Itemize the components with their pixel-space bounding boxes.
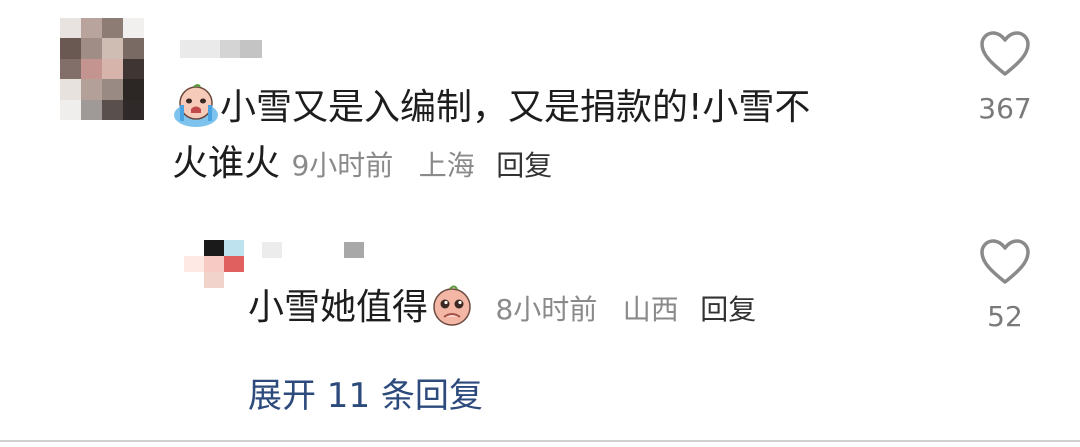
divider — [0, 440, 1080, 442]
comment-line-2: 火谁火 9小时前 上海 回复 — [172, 143, 553, 184]
heart-icon[interactable] — [978, 238, 1032, 286]
reply-body: 小雪她值得 8小时前 山西 回复 — [248, 280, 888, 338]
reply-to-reply-button[interactable]: 回复 — [700, 293, 756, 326]
comment-time: 9小时前 — [291, 149, 394, 182]
like-block: 367 — [970, 30, 1040, 125]
username-blurred[interactable] — [180, 40, 262, 58]
reply-location: 山西 — [622, 293, 679, 326]
crying-emoji — [174, 84, 218, 127]
heart-icon[interactable] — [978, 30, 1032, 78]
comment-body: 小雪又是入编制，又是捐款的!小雪不 火谁火 9小时前 上海 回复 — [172, 80, 932, 194]
comment-location: 上海 — [418, 149, 475, 182]
reply-like-block: 52 — [970, 238, 1040, 333]
reply-button[interactable]: 回复 — [496, 149, 552, 182]
pleading-emoji — [433, 285, 471, 326]
reply-avatar[interactable] — [184, 240, 244, 288]
reply-time: 8小时前 — [495, 293, 598, 326]
like-count: 367 — [978, 92, 1032, 125]
expand-replies-button[interactable]: 展开 11 条回复 — [248, 368, 483, 417]
reply-username-blurred[interactable] — [262, 242, 364, 258]
comment-thread: 小雪又是入编制，又是捐款的!小雪不 火谁火 9小时前 上海 回复 367 小雪她… — [0, 0, 1080, 447]
reply-like-count: 52 — [987, 300, 1023, 333]
avatar[interactable] — [60, 18, 144, 120]
comment-line-1: 小雪又是入编制，又是捐款的!小雪不 — [172, 80, 932, 136]
